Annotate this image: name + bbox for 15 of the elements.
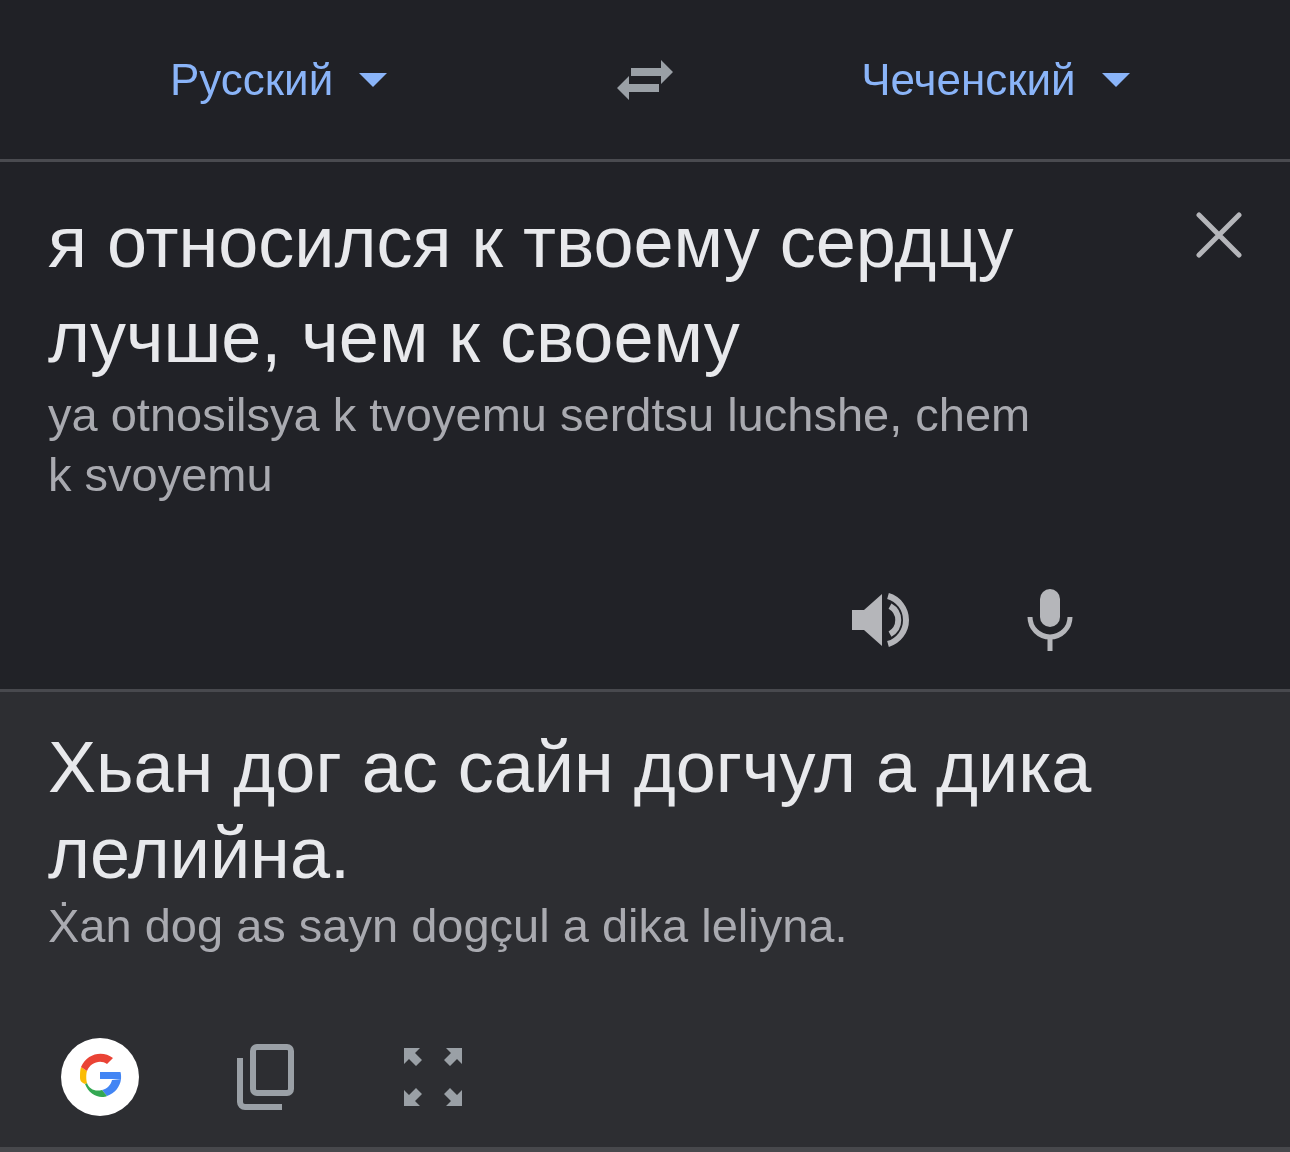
target-language-button[interactable]: Чеченский <box>855 50 1136 109</box>
copy-icon[interactable] <box>236 1044 294 1110</box>
translated-text: Хьан дог ас сайн догчул а дика лелийна. <box>48 726 1093 895</box>
source-transliteration: ya otnosilsya k tvoyemu serdtsu luchshe, chem k svoyemu <box>48 387 1032 503</box>
fullscreen-icon[interactable] <box>402 1046 464 1108</box>
swap-languages-icon[interactable] <box>615 57 676 102</box>
speaker-icon[interactable] <box>850 590 912 650</box>
microphone-icon[interactable] <box>1026 589 1074 651</box>
dropdown-caret-icon <box>1101 72 1130 87</box>
source-language-button[interactable]: Русский <box>164 50 394 109</box>
target-transliteration: Ẋan dog as sayn dogçul a dika leliyna. <box>48 898 849 954</box>
google-logo-icon[interactable] <box>60 1037 140 1117</box>
close-icon[interactable] <box>1196 212 1242 258</box>
source-text[interactable]: я относился к твоему сердцу лучше, чем к своему <box>48 195 1138 385</box>
dropdown-caret-icon <box>359 72 388 87</box>
